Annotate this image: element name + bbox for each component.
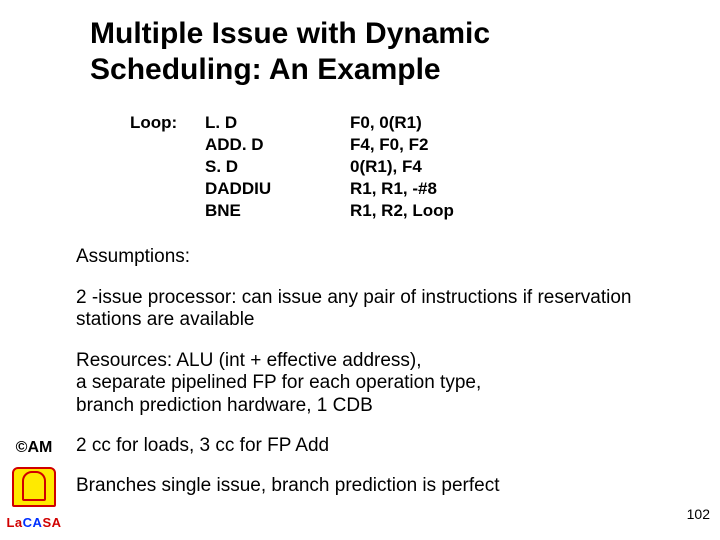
paragraph: 2 -issue processor: can issue any pair o… bbox=[76, 287, 672, 332]
paragraph: Branches single issue, branch prediction… bbox=[76, 475, 672, 497]
code-row: Loop: L. D F0, 0(R1) bbox=[130, 112, 720, 134]
code-op: L. D bbox=[205, 112, 350, 134]
lacasa-logo-icon bbox=[12, 467, 56, 511]
body-text: Assumptions: 2 -issue processor: can iss… bbox=[0, 222, 720, 497]
code-args: R1, R1, -#8 bbox=[350, 178, 437, 200]
title-line-2: Scheduling: An Example bbox=[90, 53, 441, 86]
code-row: ADD. D F4, F0, F2 bbox=[130, 134, 720, 156]
code-args: F0, 0(R1) bbox=[350, 112, 422, 134]
code-op: DADDIU bbox=[205, 178, 350, 200]
code-op: BNE bbox=[205, 200, 350, 222]
assumptions-heading: Assumptions: bbox=[76, 246, 672, 268]
code-block: Loop: L. D F0, 0(R1) ADD. D F4, F0, F2 S… bbox=[0, 88, 720, 222]
code-row: BNE R1, R2, Loop bbox=[130, 200, 720, 222]
code-op: S. D bbox=[205, 156, 350, 178]
lacasa-label: LaCASA bbox=[6, 515, 62, 530]
title-line-1: Multiple Issue with Dynamic bbox=[90, 17, 490, 50]
paragraph: 2 cc for loads, 3 cc for FP Add bbox=[76, 435, 672, 457]
code-row: DADDIU R1, R1, -#8 bbox=[130, 178, 720, 200]
loop-label: Loop: bbox=[130, 112, 205, 134]
code-op: ADD. D bbox=[205, 134, 350, 156]
code-args: R1, R2, Loop bbox=[350, 200, 454, 222]
code-args: F4, F0, F2 bbox=[350, 134, 428, 156]
footer-gutter: ©AM LaCASA bbox=[6, 439, 62, 530]
code-args: 0(R1), F4 bbox=[350, 156, 422, 178]
code-row: S. D 0(R1), F4 bbox=[130, 156, 720, 178]
page-number: 102 bbox=[687, 506, 710, 522]
copyright-am: ©AM bbox=[6, 439, 62, 457]
slide-title: Multiple Issue with Dynamic Scheduling: … bbox=[0, 0, 720, 88]
paragraph: Resources: ALU (int + effective address)… bbox=[76, 350, 672, 417]
